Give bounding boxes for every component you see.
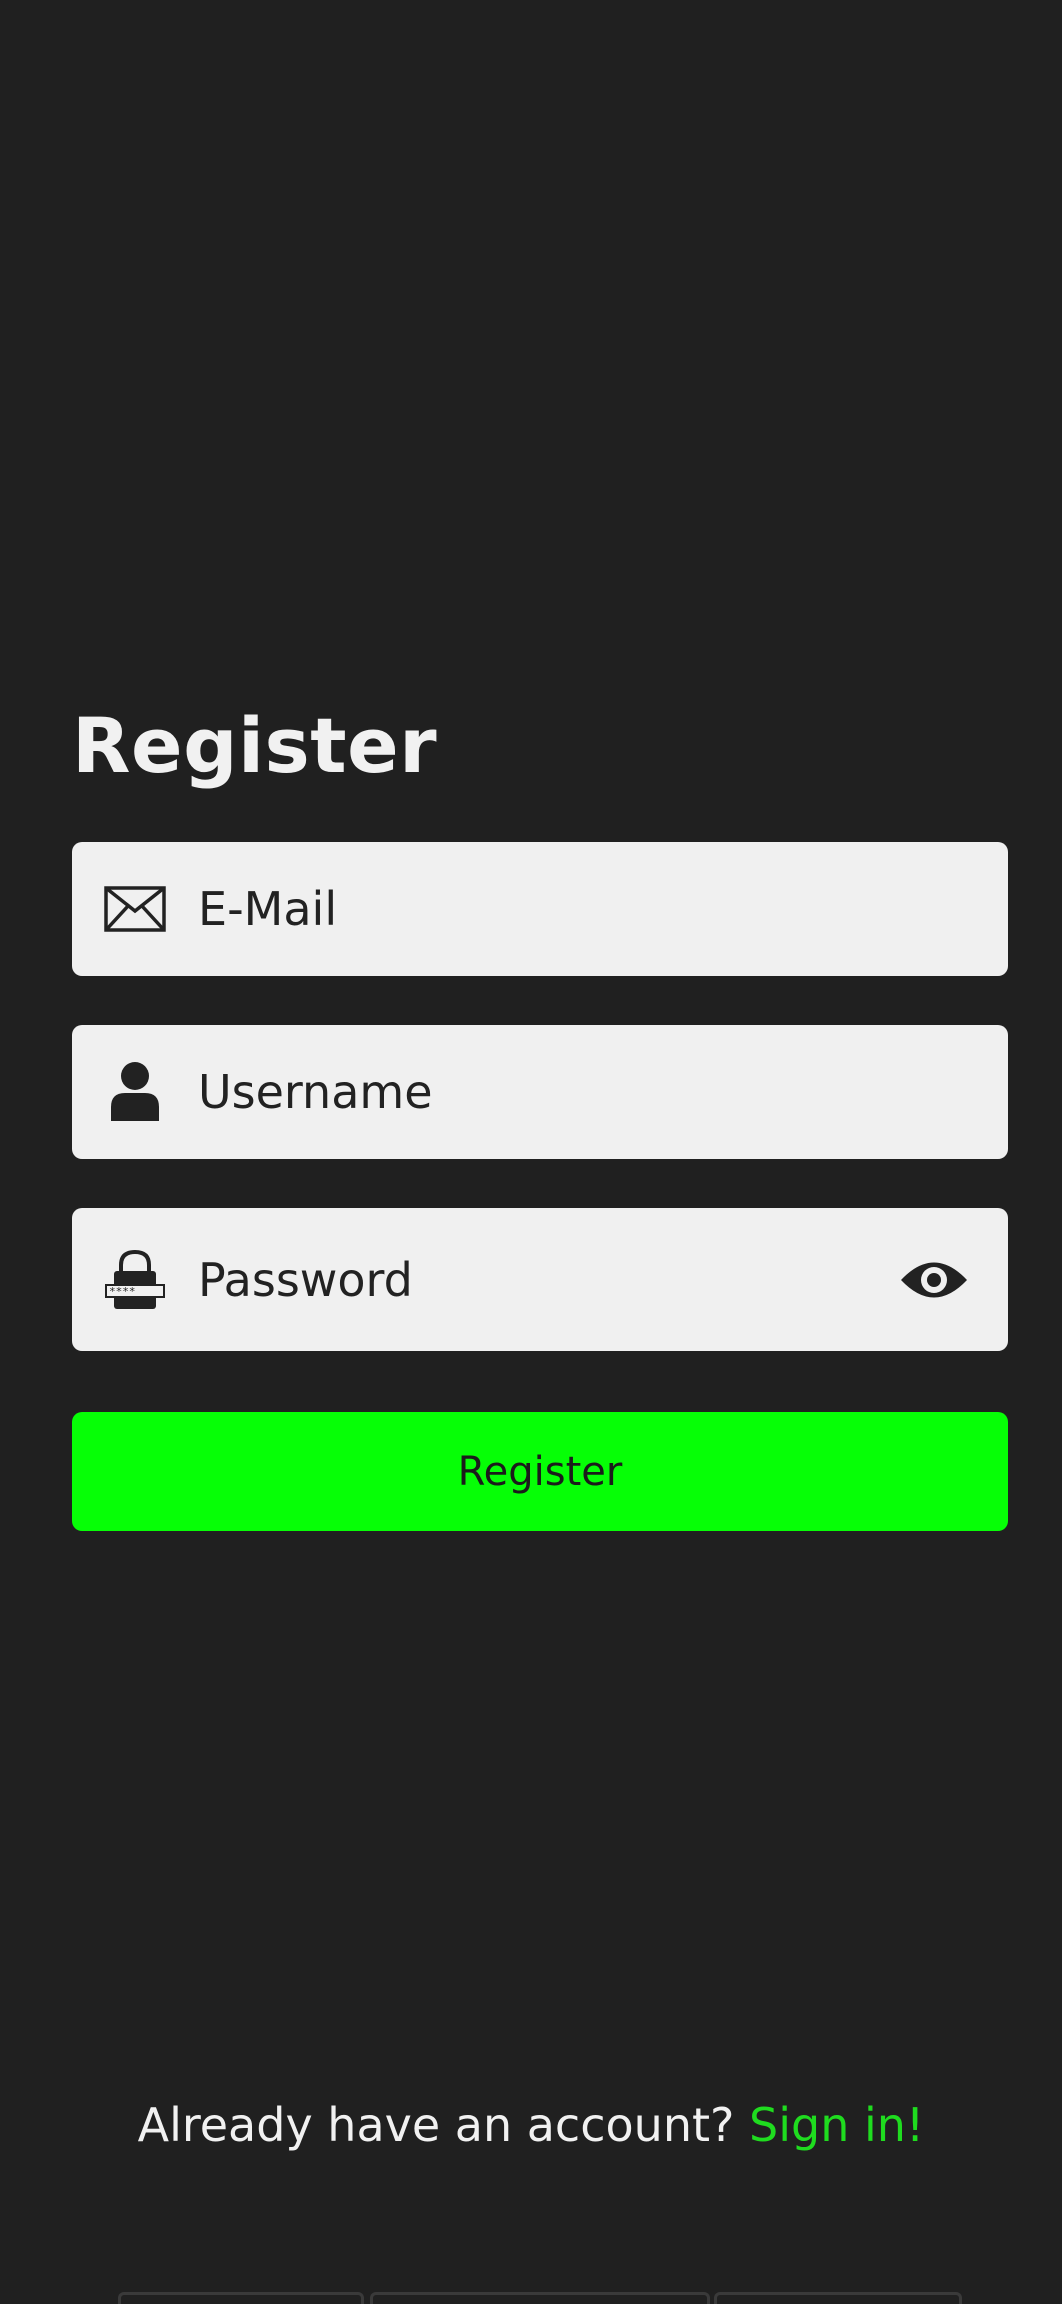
register-button[interactable]: Register <box>72 1412 1008 1531</box>
nav-segment-3[interactable] <box>714 2292 962 2304</box>
email-input[interactable] <box>198 874 898 944</box>
username-field[interactable] <box>72 1025 1008 1159</box>
person-icon <box>104 1061 166 1123</box>
email-field[interactable] <box>72 842 1008 976</box>
sign-in-prompt-text: Already have an account? <box>137 2098 750 2152</box>
register-screen: Register E-Mail Username ****_ Register … <box>0 0 1062 2304</box>
envelope-icon <box>104 878 166 940</box>
lock-icon: ****_ <box>104 1249 166 1311</box>
sign-in-prompt: Already have an account? Sign in! <box>0 2093 1062 2157</box>
eye-icon[interactable] <box>898 1252 970 1308</box>
nav-segment-2[interactable] <box>370 2292 710 2304</box>
username-input[interactable] <box>198 1057 898 1127</box>
password-input[interactable] <box>198 1244 898 1315</box>
svg-text:****_: ****_ <box>109 1285 142 1298</box>
sign-in-link[interactable]: Sign in! <box>749 2098 924 2152</box>
system-nav-bar <box>118 2292 962 2304</box>
password-field[interactable]: ****_ <box>72 1208 1008 1351</box>
page-title: Register <box>72 701 438 790</box>
nav-segment-1[interactable] <box>118 2292 364 2304</box>
